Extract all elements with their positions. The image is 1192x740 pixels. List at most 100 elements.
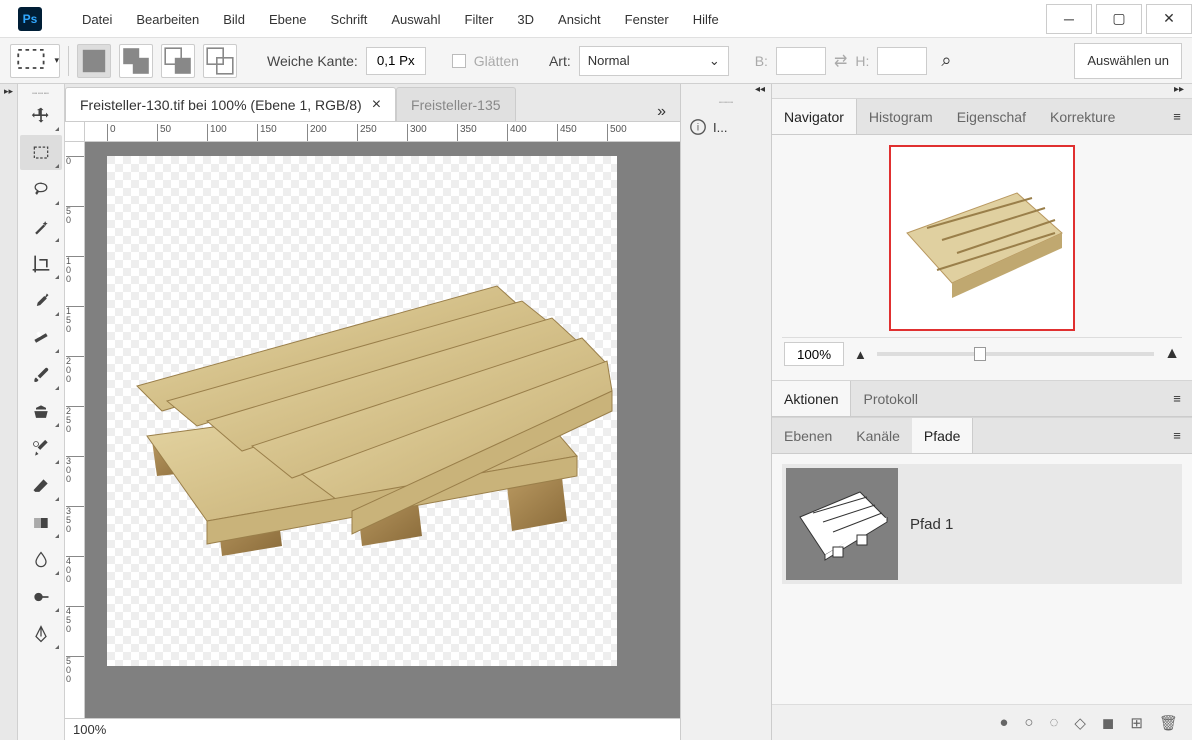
ruler-vertical[interactable]: 050100150200250300350400450500 [65, 142, 85, 718]
info-label: I... [713, 120, 727, 135]
toolbar: ┉┉┉ [18, 84, 65, 740]
document-tab-label: Freisteller-130.tif bei 100% (Ebene 1, R… [80, 97, 362, 113]
actions-panel: Aktionen Protokoll ≡ [772, 380, 1192, 417]
selection-subtract-icon[interactable] [161, 44, 195, 78]
crop-tool[interactable] [20, 246, 62, 281]
fill-path-icon[interactable]: ● [999, 714, 1008, 731]
menu-datei[interactable]: Datei [70, 12, 124, 27]
feather-input[interactable] [366, 47, 426, 75]
panel-menu-icon[interactable]: ≡ [1162, 418, 1192, 453]
move-tool[interactable] [20, 98, 62, 133]
canvas-viewport[interactable] [85, 142, 680, 718]
navigator-zoom-slider[interactable] [877, 352, 1154, 356]
marquee-tool[interactable] [20, 135, 62, 170]
path-to-selection-icon[interactable]: ◌ [1049, 714, 1058, 731]
chevron-down-icon: ⌄ [709, 53, 720, 69]
eyedropper-tool[interactable] [20, 283, 62, 318]
selection-new-icon[interactable] [77, 44, 111, 78]
close-tab-icon[interactable]: × [372, 96, 381, 114]
options-bar: ▾ Weiche Kante: Glätten Art: Normal ⌄ B:… [0, 38, 1192, 84]
height-label: H: [855, 53, 869, 69]
zoom-status[interactable]: 100% [73, 722, 106, 737]
document-tab-active[interactable]: Freisteller-130.tif bei 100% (Ebene 1, R… [65, 87, 396, 121]
canvas-wrap: 050100150200250300350400450500 050100150… [65, 122, 680, 718]
zoom-out-icon[interactable]: ▲ [854, 347, 867, 362]
spot-heal-tool[interactable] [20, 320, 62, 355]
expand-left-icon[interactable]: ▸▸ [0, 84, 17, 98]
menu-ebene[interactable]: Ebene [257, 12, 319, 27]
tab-eigenschaften[interactable]: Eigenschaf [945, 99, 1038, 134]
layers-panel: Ebenen Kanäle Pfade ≡ [772, 417, 1192, 740]
stroke-path-icon[interactable]: ○ [1024, 714, 1033, 731]
gradient-tool[interactable] [20, 505, 62, 540]
tab-aktionen[interactable]: Aktionen [772, 381, 851, 416]
tab-pfade[interactable]: Pfade [912, 418, 974, 453]
tab-navigator[interactable]: Navigator [772, 99, 857, 134]
selection-to-path-icon[interactable]: ◇ [1074, 714, 1086, 732]
brush-tool[interactable] [20, 357, 62, 392]
menu-fenster[interactable]: Fenster [613, 12, 681, 27]
clone-stamp-tool[interactable] [20, 394, 62, 429]
navigator-preview[interactable] [889, 145, 1075, 331]
toolbar-grip[interactable]: ┉┉┉ [18, 88, 64, 98]
menu-bild[interactable]: Bild [211, 12, 257, 27]
panel-menu-icon[interactable]: ≡ [1162, 99, 1192, 134]
selection-add-icon[interactable] [119, 44, 153, 78]
history-brush-tool[interactable] [20, 431, 62, 466]
tool-preset-picker[interactable]: ▾ [10, 44, 60, 78]
menu-hilfe[interactable]: Hilfe [681, 12, 731, 27]
navigator-zoom-input[interactable] [784, 342, 844, 366]
selection-intersect-icon[interactable] [203, 44, 237, 78]
collapse-right-icon[interactable]: ▸▸ [772, 84, 1192, 98]
right-panel-group: ▸▸ Navigator Histogram Eigenschaf Korrek… [772, 84, 1192, 740]
menu-3d[interactable]: 3D [505, 12, 546, 27]
tab-ebenen[interactable]: Ebenen [772, 418, 844, 453]
minimize-button[interactable]: ─ [1046, 4, 1092, 34]
height-field [877, 47, 927, 75]
new-path-icon[interactable]: ⊞ [1130, 714, 1143, 732]
ruler-horizontal[interactable]: 050100150200250300350400450500 [85, 122, 680, 142]
document-tab-label: Freisteller-135 [411, 97, 500, 113]
tab-korrekturen[interactable]: Korrekture [1038, 99, 1127, 134]
document-tab-bar: Freisteller-130.tif bei 100% (Ebene 1, R… [65, 84, 680, 122]
menu-schrift[interactable]: Schrift [319, 12, 380, 27]
eraser-tool[interactable] [20, 468, 62, 503]
pen-tool[interactable] [20, 616, 62, 651]
maximize-button[interactable]: ▢ [1096, 4, 1142, 34]
swap-wh-icon: ⇄ [834, 51, 847, 71]
ruler-origin[interactable] [65, 122, 85, 142]
navigator-panel: Navigator Histogram Eigenschaf Korrektur… [772, 98, 1192, 380]
info-panel-icon[interactable]: i I... [681, 108, 771, 146]
close-button[interactable]: ✕ [1146, 4, 1192, 34]
menu-auswahl[interactable]: Auswahl [379, 12, 452, 27]
document-tab-inactive[interactable]: Freisteller-135 [396, 87, 515, 121]
tab-histogram[interactable]: Histogram [857, 99, 945, 134]
mid-grip[interactable]: ┉┉┉ [681, 98, 771, 108]
zoom-in-icon[interactable]: ▲ [1164, 345, 1180, 363]
dodge-tool[interactable] [20, 579, 62, 614]
style-select[interactable]: Normal ⌄ [579, 46, 729, 76]
panel-menu-icon[interactable]: ≡ [1162, 381, 1192, 416]
tab-protokoll[interactable]: Protokoll [851, 381, 929, 416]
refine-icon[interactable]: ⌕ [941, 50, 951, 71]
collapsed-panel-group: ◂◂ ┉┉┉ i I... [680, 84, 772, 740]
blur-tool[interactable] [20, 542, 62, 577]
menubar: Datei Bearbeiten Bild Ebene Schrift Ausw… [0, 0, 731, 38]
menu-bearbeiten[interactable]: Bearbeiten [124, 12, 211, 27]
menu-ansicht[interactable]: Ansicht [546, 12, 613, 27]
canvas[interactable] [107, 156, 617, 666]
tab-overflow-icon[interactable]: » [643, 103, 680, 121]
menu-filter[interactable]: Filter [453, 12, 506, 27]
magic-wand-tool[interactable] [20, 209, 62, 244]
path-name: Pfad 1 [910, 516, 953, 533]
delete-path-icon[interactable]: 🗑 [1159, 714, 1178, 732]
path-item[interactable]: Pfad 1 [782, 464, 1182, 584]
select-and-mask-button[interactable]: Auswählen un [1074, 43, 1182, 79]
antialias-checkbox [452, 54, 466, 68]
style-value: Normal [588, 53, 630, 68]
lasso-tool[interactable] [20, 172, 62, 207]
svg-text:i: i [697, 123, 699, 134]
tab-kanaele[interactable]: Kanäle [844, 418, 912, 453]
collapse-mid-icon[interactable]: ◂◂ [681, 84, 771, 98]
add-mask-icon[interactable]: ◼ [1102, 714, 1114, 732]
